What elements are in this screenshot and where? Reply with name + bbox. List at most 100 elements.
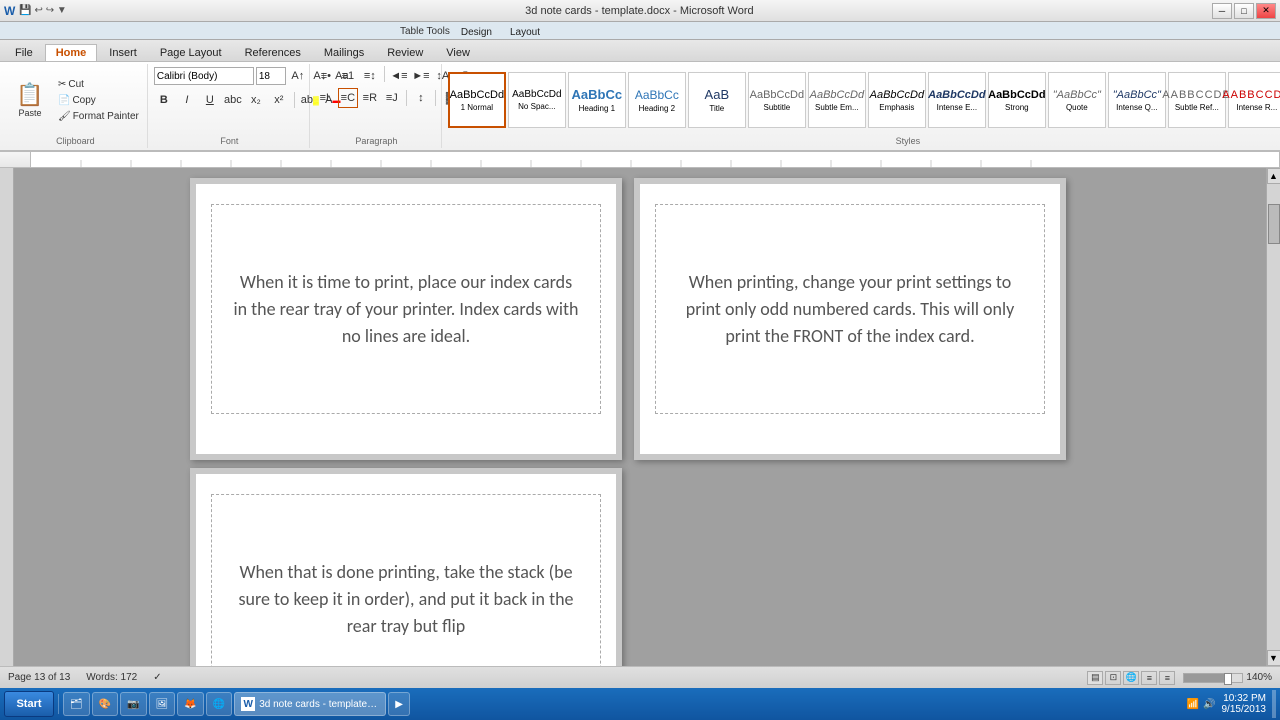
- para-sep1: [384, 66, 385, 82]
- style-intense-q[interactable]: "AaBbCc" Intense Q...: [1108, 72, 1166, 128]
- paste-button[interactable]: 📋 Paste: [8, 72, 52, 128]
- style-intense-q-label: Intense Q...: [1116, 103, 1157, 112]
- close-button[interactable]: ✕: [1256, 3, 1276, 19]
- copy-button[interactable]: 📄 Copy: [54, 93, 143, 108]
- start-button[interactable]: Start: [4, 691, 54, 717]
- title-bar-left: W 💾 ↩ ↪ ▼: [4, 4, 67, 18]
- paste-label: Paste: [18, 108, 41, 118]
- strikethrough-button[interactable]: abc: [223, 90, 243, 110]
- format-painter-button[interactable]: 🖌 Format Painter: [54, 109, 143, 124]
- taskbar-chrome[interactable]: 🌐: [206, 692, 232, 716]
- style-heading2[interactable]: AaBbCc Heading 2: [628, 72, 686, 128]
- taskbar-explorer[interactable]: 🗂: [63, 692, 90, 716]
- right-scrollbar[interactable]: ▲ ▼: [1266, 168, 1280, 666]
- view-web-button[interactable]: 🌐: [1123, 671, 1139, 685]
- tab-page-layout[interactable]: Page Layout: [149, 44, 233, 61]
- style-subtle-ref[interactable]: AaBbCcDd Subtle Ref...: [1168, 72, 1226, 128]
- tab-home[interactable]: Home: [45, 44, 98, 61]
- align-right-button[interactable]: ≡R: [360, 88, 380, 108]
- justify-button[interactable]: ≡J: [382, 88, 402, 108]
- align-center-button[interactable]: ≡C: [338, 88, 358, 108]
- style-emphasis[interactable]: AaBbCcDd Emphasis: [868, 72, 926, 128]
- spell-check-icon[interactable]: ✓: [153, 672, 161, 683]
- scroll-down-button[interactable]: ▼: [1267, 650, 1280, 666]
- style-quote[interactable]: "AaBbCc" Quote: [1048, 72, 1106, 128]
- style-subtitle-label: Subtitle: [764, 103, 791, 112]
- photoshop-icon: 🖼: [156, 699, 169, 710]
- bold-button[interactable]: B: [154, 90, 174, 110]
- style-heading1[interactable]: AaBbCc Heading 1: [568, 72, 626, 128]
- superscript-button[interactable]: x²: [269, 90, 289, 110]
- tab-layout[interactable]: Layout: [501, 25, 549, 39]
- bullets-button[interactable]: ≡•: [316, 66, 336, 86]
- numbering-button[interactable]: ≡1: [338, 66, 358, 86]
- style-strong[interactable]: AaBbCcDd Strong: [988, 72, 1046, 128]
- view-draft-button[interactable]: ≡: [1159, 671, 1175, 685]
- taskbar-vlc[interactable]: ▶: [388, 692, 410, 716]
- decrease-indent-button[interactable]: ◄≡: [389, 66, 409, 86]
- font-sep: [294, 92, 295, 108]
- minimize-button[interactable]: ─: [1212, 3, 1232, 19]
- style-subtle-em[interactable]: AaBbCcDd Subtle Em...: [808, 72, 866, 128]
- card-3[interactable]: When that is done printing, take the sta…: [211, 494, 601, 666]
- subscript-button[interactable]: x₂: [246, 90, 266, 110]
- ruler-marks: [31, 152, 1279, 167]
- style-intense-r[interactable]: AaBbCcDd Intense R...: [1228, 72, 1280, 128]
- status-bar: Page 13 of 13 Words: 172 ✓ ▤ ⊡ 🌐 ≡ ≡ 140…: [0, 666, 1280, 688]
- scroll-thumb[interactable]: [1268, 204, 1280, 244]
- network-icon[interactable]: 📶: [1187, 699, 1199, 710]
- style-normal[interactable]: AaBbCcDd 1 Normal: [448, 72, 506, 128]
- clipboard-group: 📋 Paste ✂ Cut 📄 Copy 🖌 Format Painter Cl…: [4, 64, 148, 148]
- style-intense-e[interactable]: AaBbCcDd Intense E...: [928, 72, 986, 128]
- taskbar-lightroom[interactable]: 📷: [120, 692, 146, 716]
- grow-font-button[interactable]: A↑: [288, 66, 308, 86]
- style-subtitle[interactable]: AaBbCcDd Subtitle: [748, 72, 806, 128]
- style-intense-r-preview: AaBbCcDd: [1222, 89, 1280, 101]
- view-outline-button[interactable]: ≡: [1141, 671, 1157, 685]
- taskbar-photoshop[interactable]: 🖼: [149, 692, 176, 716]
- taskbar-sep: [58, 694, 59, 714]
- maximize-button[interactable]: □: [1234, 3, 1254, 19]
- style-heading1-preview: AaBbCc: [572, 87, 623, 102]
- align-left-button[interactable]: ≡L: [316, 88, 336, 108]
- zoom-thumb[interactable]: [1224, 673, 1232, 685]
- style-strong-label: Strong: [1005, 103, 1029, 112]
- italic-button[interactable]: I: [177, 90, 197, 110]
- taskbar-firefox[interactable]: 🦊: [177, 692, 203, 716]
- tab-design[interactable]: Design: [452, 25, 501, 39]
- page-2: When printing, change your print setting…: [634, 178, 1066, 460]
- show-desktop-button[interactable]: [1272, 690, 1276, 718]
- tab-references[interactable]: References: [234, 44, 312, 61]
- taskbar: Start 🗂 🎨 📷 🖼 🦊 🌐 W 3d note cards - temp…: [0, 688, 1280, 720]
- line-spacing-button[interactable]: ↕: [411, 88, 431, 108]
- zoom-slider[interactable]: [1183, 673, 1243, 683]
- card-2[interactable]: When printing, change your print setting…: [655, 204, 1045, 414]
- font-size-input[interactable]: [256, 67, 286, 85]
- style-title[interactable]: AaB Title: [688, 72, 746, 128]
- view-print-button[interactable]: ▤: [1087, 671, 1103, 685]
- page-1: When it is time to print, place our inde…: [190, 178, 622, 460]
- page-inner-2: When printing, change your print setting…: [640, 184, 1060, 454]
- style-title-preview: AaB: [705, 87, 730, 102]
- cut-button[interactable]: ✂ Cut: [54, 77, 143, 92]
- page-row-2: When that is done printing, take the sta…: [190, 468, 1090, 666]
- font-name-input[interactable]: [154, 67, 254, 85]
- tab-view[interactable]: View: [435, 44, 481, 61]
- taskbar-word[interactable]: W 3d note cards - template.docx - Micros…: [234, 692, 386, 716]
- volume-icon[interactable]: 🔊: [1203, 699, 1215, 710]
- multilevel-button[interactable]: ≡↕: [360, 66, 380, 86]
- tab-mailings[interactable]: Mailings: [313, 44, 375, 61]
- tab-insert[interactable]: Insert: [98, 44, 148, 61]
- style-no-space[interactable]: AaBbCcDd No Spac...: [508, 72, 566, 128]
- card-1[interactable]: When it is time to print, place our inde…: [211, 204, 601, 414]
- taskbar-paint[interactable]: 🎨: [92, 692, 118, 716]
- underline-button[interactable]: U: [200, 90, 220, 110]
- font-group: A↑ A↓ Aa B I U abc x₂ x² ab▓ A▬ Font: [150, 64, 310, 148]
- tab-file[interactable]: File: [4, 44, 44, 61]
- clock[interactable]: 10:32 PM 9/15/2013: [1222, 693, 1267, 715]
- scroll-up-button[interactable]: ▲: [1267, 168, 1280, 184]
- tab-review[interactable]: Review: [376, 44, 434, 61]
- styles-group: AaBbCcDd 1 Normal AaBbCcDd No Spac... Aa…: [444, 64, 1280, 148]
- increase-indent-button[interactable]: ►≡: [411, 66, 431, 86]
- view-fullscreen-button[interactable]: ⊡: [1105, 671, 1121, 685]
